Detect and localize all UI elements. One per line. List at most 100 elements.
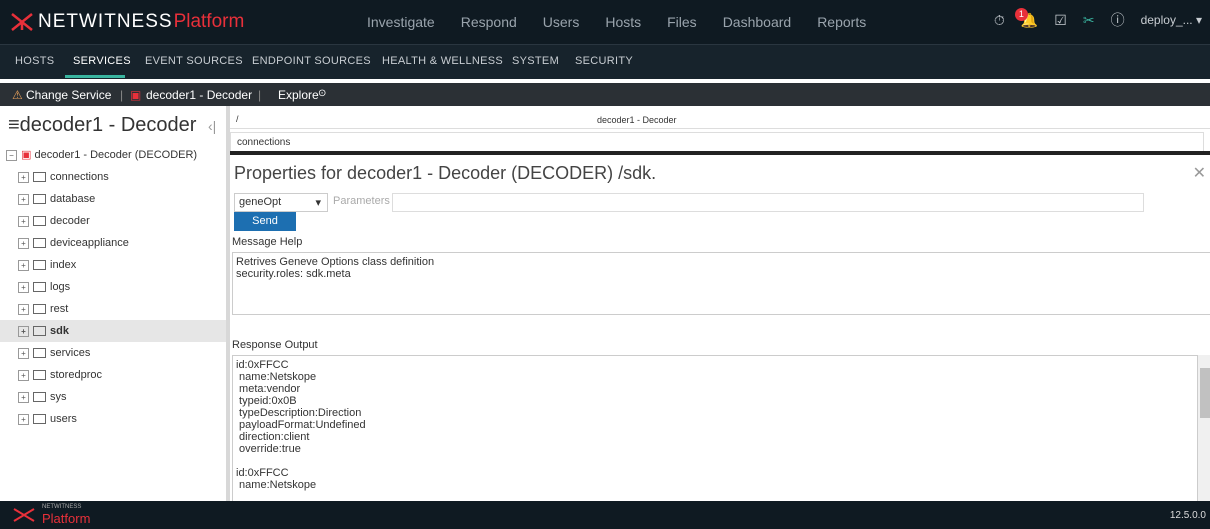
tree-item-label: storedproc (50, 369, 102, 381)
nav-dashboard[interactable]: Dashboard (723, 14, 792, 30)
tree-item-sdk[interactable]: + sdk (0, 320, 226, 342)
tree-item-label: index (50, 259, 77, 271)
response-line: name:Netskope (236, 371, 317, 383)
explore-chevron-icon[interactable]: ⊙ (318, 88, 326, 99)
footer-platform: Platform (42, 511, 91, 526)
folder-icon (33, 414, 46, 424)
tree-item-decoder[interactable]: + decoder (0, 210, 226, 232)
expand-toggle-icon[interactable]: + (18, 171, 29, 183)
subnav-event-sources[interactable]: EVENT SOURCES (145, 55, 243, 67)
expand-toggle-icon[interactable]: + (18, 193, 29, 205)
expand-toggle-icon[interactable]: + (18, 347, 29, 359)
timer-icon[interactable]: ⏱ (994, 12, 1005, 29)
message-select[interactable]: geneOpt ▾ (234, 193, 328, 212)
tree-item-label: sdk (50, 325, 69, 337)
tree-item-label: sys (50, 391, 67, 403)
tree-item-services[interactable]: + services (0, 342, 226, 364)
expand-toggle-icon[interactable]: + (18, 391, 29, 403)
tree-item-users[interactable]: + users (0, 408, 226, 430)
tree-item-logs[interactable]: + logs (0, 276, 226, 298)
help-line-1: Retrives Geneve Options class definition (236, 256, 435, 268)
help-icon[interactable]: ⓘ (1111, 10, 1125, 30)
subnav-services[interactable]: SERVICES (73, 55, 131, 67)
toolbar-divider: | (120, 88, 124, 102)
subnav-security[interactable]: SECURITY (575, 55, 633, 67)
service-name[interactable]: decoder1 - Decoder (146, 88, 252, 102)
tree-root[interactable]: − ▣ decoder1 - Decoder (DECODER) (6, 148, 197, 161)
collapse-toggle-icon[interactable]: − (6, 150, 17, 161)
path-service: decoder1 - Decoder (597, 115, 677, 125)
folder-icon (33, 304, 46, 314)
expand-toggle-icon[interactable]: + (18, 325, 29, 337)
expand-toggle-icon[interactable]: + (18, 215, 29, 227)
panel-splitter[interactable] (226, 106, 230, 501)
expand-toggle-icon[interactable]: + (18, 259, 29, 271)
tree-item-rest[interactable]: + rest (0, 298, 226, 320)
subnav-endpoint-sources[interactable]: ENDPOINT SOURCES (252, 55, 371, 67)
send-button[interactable]: Send (234, 212, 296, 231)
nav-users[interactable]: Users (543, 14, 580, 30)
notification-badge: 1 (1014, 7, 1028, 21)
subnav-health-wellness[interactable]: HEALTH & WELLNESS (382, 55, 503, 67)
connections-row[interactable]: connections (230, 132, 1204, 152)
close-icon[interactable]: ✕ (1193, 163, 1206, 183)
tree-item-label: database (50, 193, 96, 205)
response-line: direction:client (236, 431, 310, 443)
tree-item-label: deviceappliance (50, 237, 129, 249)
expand-toggle-icon[interactable]: + (18, 237, 29, 249)
admin-tools-icon[interactable]: ✂ (1083, 12, 1095, 29)
response-line: typeid:0x0B (236, 395, 297, 407)
nav-investigate[interactable]: Investigate (367, 14, 435, 30)
folder-icon (33, 172, 46, 182)
main-nav: Investigate Respond Users Hosts Files Da… (367, 14, 892, 30)
tree-item-deviceappliance[interactable]: + deviceappliance (0, 232, 226, 254)
tree-item-label: logs (50, 281, 71, 293)
response-output-label: Response Output (232, 339, 318, 351)
subnav-hosts[interactable]: HOSTS (15, 55, 54, 67)
tree-item-storedproc[interactable]: + storedproc (0, 364, 226, 386)
tree-item-label: users (50, 413, 77, 425)
tree-item-sys[interactable]: + sys (0, 386, 226, 408)
subnav-system[interactable]: SYSTEM (512, 55, 559, 67)
response-scrollbar-thumb[interactable] (1200, 368, 1210, 418)
message-help-label: Message Help (232, 236, 303, 248)
nav-reports[interactable]: Reports (817, 14, 866, 30)
tree-item-label: services (50, 347, 91, 359)
logo[interactable]: NETWITNESS Platform (10, 11, 244, 33)
change-service-button[interactable]: Change Service (26, 88, 111, 102)
tree-item-index[interactable]: + index (0, 254, 226, 276)
decoder-icon: ▣ (130, 88, 142, 102)
path-row: / decoder1 - Decoder (230, 112, 1210, 129)
response-line: name:Netskope (236, 479, 317, 491)
parameters-input[interactable] (392, 193, 1144, 212)
expand-toggle-icon[interactable]: + (18, 369, 29, 381)
user-menu[interactable]: deploy_... ▾ (1141, 13, 1202, 27)
path-slash: / (236, 114, 239, 124)
tree-list: + connections + database + decoder + deviceappl… (0, 166, 226, 430)
folder-icon (33, 392, 46, 402)
expand-toggle-icon[interactable]: + (18, 281, 29, 293)
notification-bell-icon[interactable]: 🔔 1 (1014, 7, 1038, 29)
brand-name: NETWITNESS (38, 11, 173, 32)
response-output-box[interactable]: id:0xFFCC name:Netskope meta:vendor type… (232, 355, 1198, 503)
netwitness-logo-icon (11, 13, 33, 31)
response-line: id:0xFFCC (236, 467, 289, 479)
divider-bar (230, 151, 1210, 155)
tree-item-label: connections (50, 171, 109, 183)
nav-hosts[interactable]: Hosts (605, 14, 641, 30)
collapse-panel-icon[interactable]: ‹| (208, 118, 216, 134)
active-tab-indicator (65, 75, 125, 78)
tree-item-connections[interactable]: + connections (0, 166, 226, 188)
nav-respond[interactable]: Respond (461, 14, 517, 30)
explore-button[interactable]: Explore (278, 88, 319, 102)
chevron-down-icon: ▾ (315, 197, 321, 209)
expand-toggle-icon[interactable]: + (18, 413, 29, 425)
expand-toggle-icon[interactable]: + (18, 303, 29, 315)
nav-files[interactable]: Files (667, 14, 697, 30)
tasks-icon[interactable]: ☑ (1054, 12, 1067, 29)
tree-item-database[interactable]: + database (0, 188, 226, 210)
tree-root-label: decoder1 - Decoder (DECODER) (34, 149, 198, 161)
change-service-icon[interactable]: ⚠ (12, 88, 23, 102)
tree-item-label: decoder (50, 215, 90, 227)
explore-tree-panel: ≡decoder1 - Decoder ‹| − ▣ decoder1 - Dec… (0, 106, 227, 501)
